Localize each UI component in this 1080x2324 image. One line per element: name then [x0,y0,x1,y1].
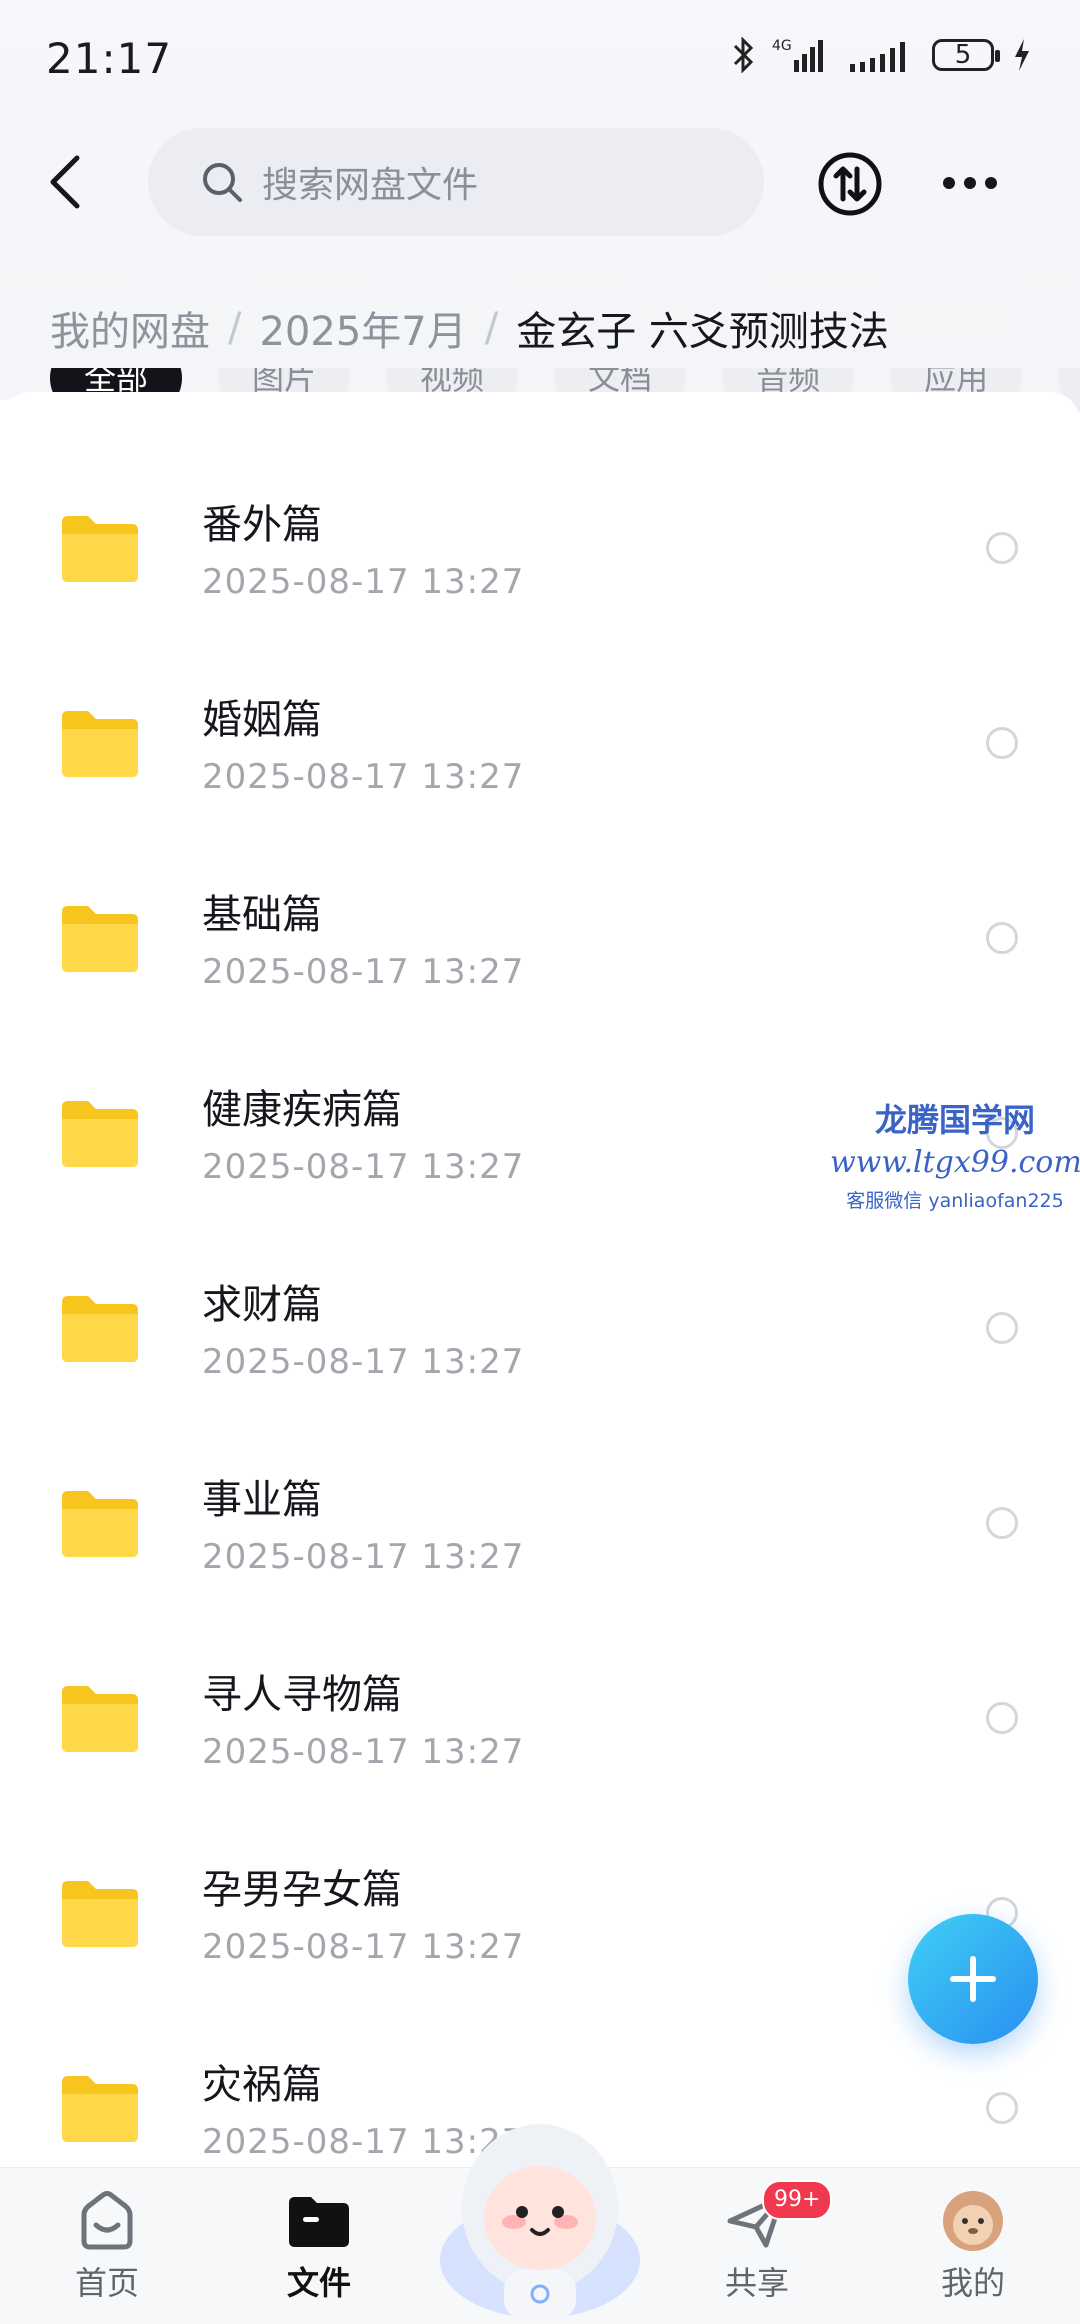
add-button[interactable] [908,1914,1038,2044]
screen: 21:17 4G 5 搜索网盘文件 我的网盘 / 2025年7月 / 金玄子 六… [0,0,1080,2324]
avatar [943,2191,1003,2251]
file-name: 健康疾病篇 [202,1087,402,1133]
watermark-title: 龙腾国学网 [874,1101,1035,1139]
file-name: 灾祸篇 [202,2062,322,2108]
select-checkbox[interactable] [986,532,1018,564]
watermark-contact: 客服微信 yanliaofan225 [846,1190,1064,1212]
signal-4g-icon: 4G [772,38,823,72]
search-icon [203,163,242,202]
more-options-button[interactable] [940,158,1000,208]
file-date: 2025-08-17 13:27 [202,1342,525,1382]
file-list: 番外篇 2025-08-17 13:27 婚姻篇 2025-08-17 13:2… [0,392,1080,2167]
back-button[interactable] [40,152,90,212]
breadcrumb-item-month[interactable]: 2025年7月 [259,299,466,357]
nav-item-share[interactable]: 99+ 共享 [682,2180,833,2310]
svg-text:4G: 4G [772,38,792,54]
file-date: 2025-08-17 13:27 [202,1147,525,1187]
nav-item-home[interactable]: 首页 [32,2190,182,2310]
file-name: 寻人寻物篇 [202,1672,402,1718]
header: 搜索网盘文件 [0,120,1080,250]
list-item[interactable]: 寻人寻物篇 2025-08-17 13:27 [0,1632,1080,1827]
file-date: 2025-08-17 13:27 [202,562,525,602]
home-face-icon [81,2191,133,2250]
list-item[interactable]: 婚姻篇 2025-08-17 13:27 [0,657,1080,852]
select-checkbox[interactable] [986,1507,1018,1539]
folder-icon [62,516,138,582]
search-input[interactable]: 搜索网盘文件 [148,128,764,236]
more-dots-icon [943,177,997,189]
folder-icon [62,1101,138,1167]
breadcrumb: 我的网盘 / 2025年7月 / 金玄子 六爻预测技法 [50,298,889,358]
breadcrumb-separator: / [228,305,242,351]
file-date: 2025-08-17 13:27 [202,1927,525,1967]
list-item[interactable]: 基础篇 2025-08-17 13:27 [0,852,1080,1047]
nav-label-files: 文件 [286,2264,351,2302]
file-date: 2025-08-17 13:27 [202,1732,525,1772]
folder-icon [62,1686,138,1752]
watermark-url: www.ltgx99.com [830,1145,1080,1180]
assistant-mascot-icon[interactable] [436,2110,644,2324]
plus-icon [950,1956,996,2002]
folder-icon [62,711,138,777]
folder-icon [62,906,138,972]
breadcrumb-separator: / [484,305,499,351]
nav-item-files[interactable]: 文件 [244,2190,394,2310]
status-icons: 4G 5 [732,36,1032,74]
select-checkbox[interactable] [986,2092,1018,2124]
file-name: 婚姻篇 [202,697,322,743]
folder-icon [62,1491,138,1557]
list-item[interactable]: 番外篇 2025-08-17 13:27 [0,462,1080,657]
file-name: 事业篇 [202,1477,322,1523]
file-date: 2025-08-17 13:27 [202,952,525,992]
transfer-button[interactable] [816,150,884,218]
bluetooth-icon [733,37,754,73]
file-date: 2025-08-17 13:27 [202,1537,525,1577]
select-checkbox[interactable] [986,727,1018,759]
signal-icon [850,42,905,72]
search-placeholder: 搜索网盘文件 [262,165,479,206]
share-count-badge: 99+ [762,2180,833,2220]
battery-indicator: 5 [932,39,1000,71]
file-date: 2025-08-17 13:27 [202,757,525,797]
status-bar: 21:17 4G 5 [0,0,1080,120]
charging-icon [1015,39,1029,71]
select-checkbox[interactable] [986,922,1018,954]
status-time: 21:17 [46,34,173,83]
list-item[interactable]: 求财篇 2025-08-17 13:27 [0,1242,1080,1437]
nav-label-share: 共享 [724,2264,789,2302]
folder-icon [62,1881,138,1947]
transfer-arrows-icon [818,152,882,216]
nav-item-mine[interactable]: 我的 [898,2190,1048,2310]
folder-icon [62,1296,138,1362]
nav-label-mine: 我的 [940,2264,1005,2302]
file-name: 基础篇 [202,892,322,938]
folder-filled-icon [289,2197,349,2247]
nav-label-home: 首页 [74,2264,139,2302]
file-name: 番外篇 [202,502,322,548]
watermark: 龙腾国学网 www.ltgx99.com 客服微信 yanliaofan225 [830,1095,1080,1213]
file-name: 求财篇 [202,1282,322,1328]
folder-icon [62,2076,138,2142]
select-checkbox[interactable] [986,1702,1018,1734]
list-item[interactable]: 事业篇 2025-08-17 13:27 [0,1437,1080,1632]
file-name: 孕男孕女篇 [202,1867,402,1913]
select-checkbox[interactable] [986,1312,1018,1344]
chevron-left-icon [50,155,80,209]
breadcrumb-item-root[interactable]: 我的网盘 [50,299,210,357]
breadcrumb-item-current: 金玄子 六爻预测技法 [516,309,889,355]
